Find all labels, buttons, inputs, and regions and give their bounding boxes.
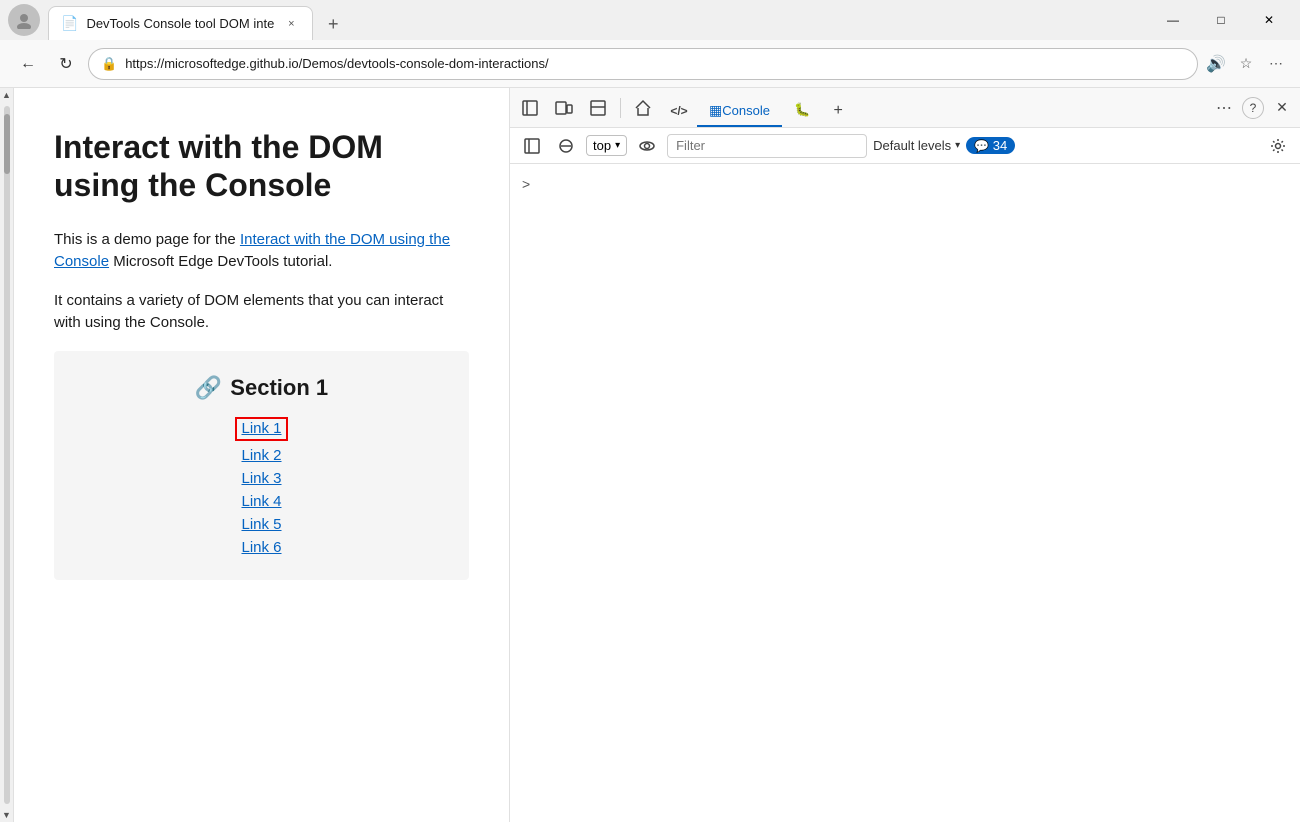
devtools-close-button[interactable]: ✕ (1268, 94, 1296, 122)
console-tab-label: Console (722, 103, 770, 118)
para2: It contains a variety of DOM elements th… (54, 290, 469, 335)
message-count: 34 (993, 138, 1007, 153)
count-icon: 💬 (974, 139, 989, 153)
console-toolbar: top ▾ Default levels ▾ 💬 34 (510, 128, 1300, 164)
default-levels-arrow: ▾ (955, 140, 960, 151)
context-label: top (593, 138, 611, 153)
link-icon: 🔗 (195, 375, 222, 401)
page-heading: Interact with the DOM using the Console (54, 128, 469, 205)
more-options-icon[interactable]: ⋯ (1264, 52, 1288, 76)
console-tab[interactable]: ▦ Console (697, 95, 782, 127)
favorites-icon[interactable]: ☆ (1234, 52, 1258, 76)
user-avatar (8, 4, 40, 36)
home-button[interactable] (627, 92, 659, 124)
navbar: ← ↻ 🔒 https://microsoftedge.github.io/De… (0, 40, 1300, 88)
para1: This is a demo page for the Interact wit… (54, 229, 469, 274)
close-button[interactable]: ✕ (1246, 4, 1292, 36)
bugs-tab[interactable]: 🐛 (782, 95, 822, 127)
clear-console-button[interactable] (552, 132, 580, 160)
help-button[interactable]: ? (1242, 97, 1264, 119)
back-button[interactable]: ← (12, 48, 44, 80)
scroll-down-button[interactable]: ▼ (0, 808, 14, 822)
default-levels-label: Default levels (873, 138, 951, 153)
toolbar-separator (620, 98, 621, 118)
console-tab-icon: ▦ (709, 102, 722, 119)
tab-bar: 📄 DevTools Console tool DOM inte × + (48, 0, 1146, 40)
add-tool-button[interactable]: + (822, 95, 854, 127)
link-6[interactable]: Link 6 (241, 539, 281, 556)
webpage-content: Interact with the DOM using the Console … (14, 88, 510, 822)
section-1-label: Section 1 (230, 375, 328, 401)
console-settings-button[interactable] (1264, 132, 1292, 160)
main-area: ▲ ▼ Interact with the DOM using the Cons… (0, 88, 1300, 822)
source-code-button[interactable]: </> (661, 95, 697, 127)
para1-suffix: Microsoft Edge DevTools tutorial. (109, 253, 332, 270)
address-actions: 🔊 ☆ ⋯ (1204, 52, 1288, 76)
prompt-chevron[interactable]: > (522, 176, 530, 192)
webpage-panel: ▲ ▼ Interact with the DOM using the Cons… (0, 88, 510, 822)
link-4[interactable]: Link 4 (241, 493, 281, 510)
bug-icon: 🐛 (794, 102, 810, 118)
webpage-scrollbar[interactable]: ▲ ▼ (0, 88, 14, 822)
device-emulation-button[interactable] (548, 92, 580, 124)
show-sidebar-button[interactable] (518, 132, 546, 160)
browser-window: 📄 DevTools Console tool DOM inte × + — □… (0, 0, 1300, 822)
inspect-element-button[interactable] (514, 92, 546, 124)
link-3[interactable]: Link 3 (241, 470, 281, 487)
section-1-title: 🔗 Section 1 (195, 375, 328, 401)
maximize-button[interactable]: □ (1198, 4, 1244, 36)
link-1[interactable]: Link 1 (241, 420, 281, 437)
lock-icon: 🔒 (101, 56, 117, 72)
minimize-button[interactable]: — (1150, 4, 1196, 36)
new-tab-button[interactable]: + (317, 8, 349, 40)
link-2[interactable]: Link 2 (241, 447, 281, 464)
console-output: > (510, 164, 1300, 822)
titlebar: 📄 DevTools Console tool DOM inte × + — □… (0, 0, 1300, 40)
filter-input[interactable] (667, 134, 867, 158)
read-aloud-icon[interactable]: 🔊 (1204, 52, 1228, 76)
active-tab[interactable]: 📄 DevTools Console tool DOM inte × (48, 6, 313, 40)
message-count-badge: 💬 34 (966, 137, 1015, 154)
context-dropdown-arrow: ▾ (615, 140, 620, 151)
refresh-button[interactable]: ↻ (50, 48, 82, 80)
tab-page-icon: 📄 (61, 15, 78, 32)
address-bar[interactable]: 🔒 https://microsoftedge.github.io/Demos/… (88, 48, 1198, 80)
url-text: https://microsoftedge.github.io/Demos/de… (125, 56, 1185, 71)
toggle-panel-button[interactable] (582, 92, 614, 124)
link-5[interactable]: Link 5 (241, 516, 281, 533)
devtools-toolbar: </> ▦ Console 🐛 + ⋯ ? ✕ (510, 88, 1300, 128)
link-1-highlighted: Link 1 (235, 417, 287, 441)
section-1-links: Link 1 Link 2 Link 3 Link 4 Link 5 Link … (235, 417, 287, 556)
more-tools-button[interactable]: ⋯ (1210, 94, 1238, 122)
console-prompt-row: > (522, 172, 1288, 196)
window-controls: — □ ✕ (1150, 4, 1292, 36)
tab-title: DevTools Console tool DOM inte (86, 16, 274, 31)
para1-prefix: This is a demo page for the (54, 231, 240, 248)
devtools-right-actions: ⋯ ? ✕ (1210, 94, 1296, 122)
devtools-panel: </> ▦ Console 🐛 + ⋯ ? ✕ (510, 88, 1300, 822)
devtools-tabs: </> ▦ Console 🐛 + (661, 88, 854, 127)
tab-close-button[interactable]: × (282, 15, 300, 33)
default-levels-selector[interactable]: Default levels ▾ (873, 138, 960, 153)
scroll-up-button[interactable]: ▲ (0, 88, 14, 102)
eye-button[interactable] (633, 132, 661, 160)
scroll-track[interactable] (4, 106, 10, 804)
section-1-box: 🔗 Section 1 Link 1 Link 2 Link 3 Link 4 … (54, 351, 469, 580)
scroll-thumb[interactable] (4, 114, 10, 174)
context-selector[interactable]: top ▾ (586, 135, 627, 156)
